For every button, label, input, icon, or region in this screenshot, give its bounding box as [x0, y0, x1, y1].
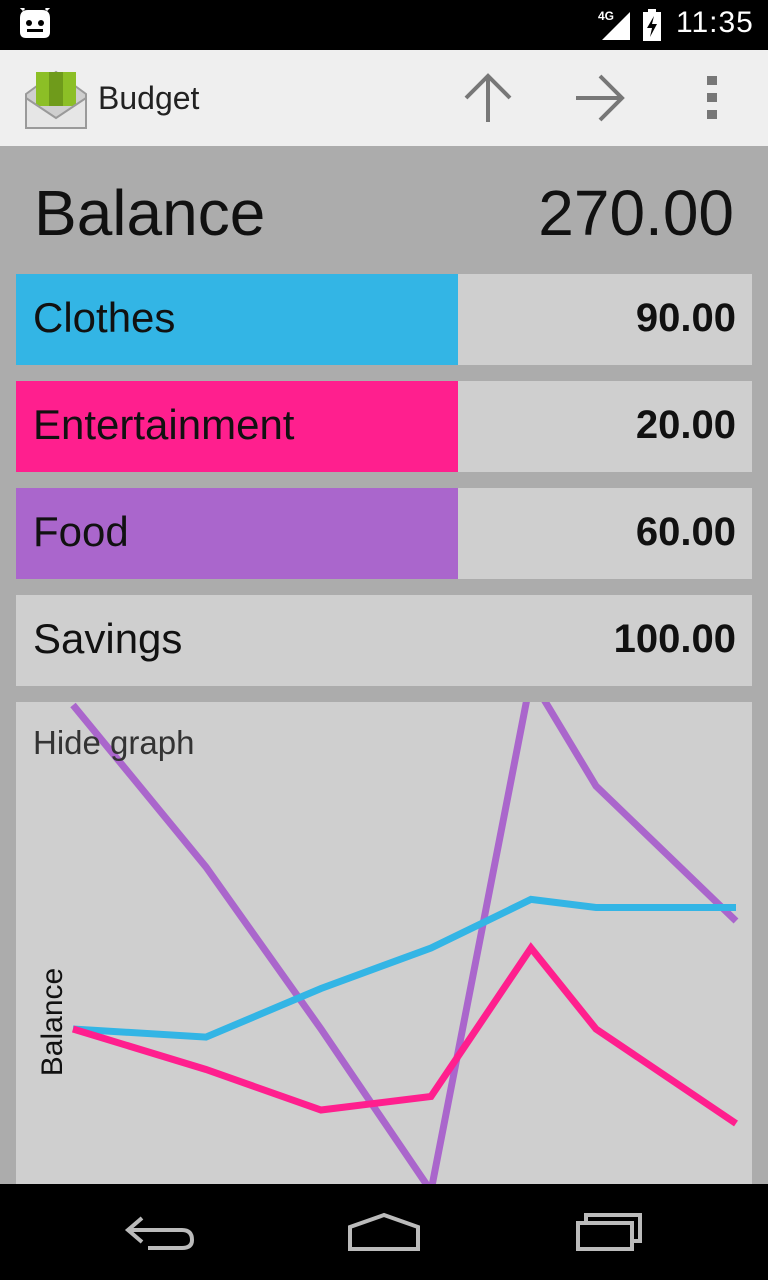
y-axis-label: Balance — [36, 968, 69, 1076]
category-name: Clothes — [33, 294, 176, 341]
category-row-food[interactable]: Food 60.00 — [16, 488, 752, 579]
app-budget-icon[interactable] — [22, 64, 90, 132]
category-name: Food — [33, 508, 129, 555]
recent-apps-button[interactable] — [560, 1202, 660, 1262]
arrow-right-button[interactable] — [568, 66, 632, 130]
category-row-clothes[interactable]: Clothes 90.00 — [16, 274, 752, 365]
clock: 11:35 — [676, 6, 754, 39]
category-name: Entertainment — [33, 401, 295, 448]
series-line-0 — [70, 702, 739, 1184]
category-amount: 90.00 — [635, 296, 736, 340]
cyanogenmod-icon — [19, 8, 51, 38]
category-amount: 100.00 — [613, 617, 736, 661]
balance-label: Balance — [34, 177, 266, 249]
category-amount: 60.00 — [635, 510, 736, 554]
category-name: Savings — [33, 615, 183, 662]
home-button[interactable] — [334, 1202, 434, 1262]
overflow-menu-button[interactable] — [680, 66, 744, 130]
arrow-right-icon — [576, 74, 625, 122]
recent-apps-icon — [576, 1213, 642, 1251]
app-title: Budget — [98, 80, 200, 116]
back-button[interactable] — [110, 1202, 210, 1262]
category-row-savings[interactable]: Savings 100.00 — [16, 595, 752, 686]
network-type: 4G — [598, 9, 615, 23]
battery-charging-icon — [643, 9, 661, 41]
budget-content: Balance 270.00 Clothes 90.00 Entertainme… — [0, 146, 768, 1184]
home-icon — [348, 1212, 420, 1251]
arrow-up-button[interactable] — [456, 66, 520, 130]
series-line-1 — [72, 895, 736, 1041]
navigation-bar — [0, 1184, 768, 1280]
balance-line-chart: Balance — [36, 702, 739, 1184]
category-amount: 20.00 — [635, 403, 736, 447]
overflow-menu-icon — [707, 76, 717, 119]
category-row-entertainment[interactable]: Entertainment 20.00 — [16, 381, 752, 472]
hide-graph-toggle[interactable]: Hide graph — [33, 724, 194, 762]
balance-value: 270.00 — [538, 177, 734, 249]
action-bar: Budget — [0, 50, 768, 146]
status-bar: 4G 11:35 — [0, 0, 768, 50]
graph-card: Balance Hide graph — [16, 702, 752, 1184]
arrow-up-icon — [464, 73, 512, 122]
back-icon — [124, 1216, 195, 1250]
